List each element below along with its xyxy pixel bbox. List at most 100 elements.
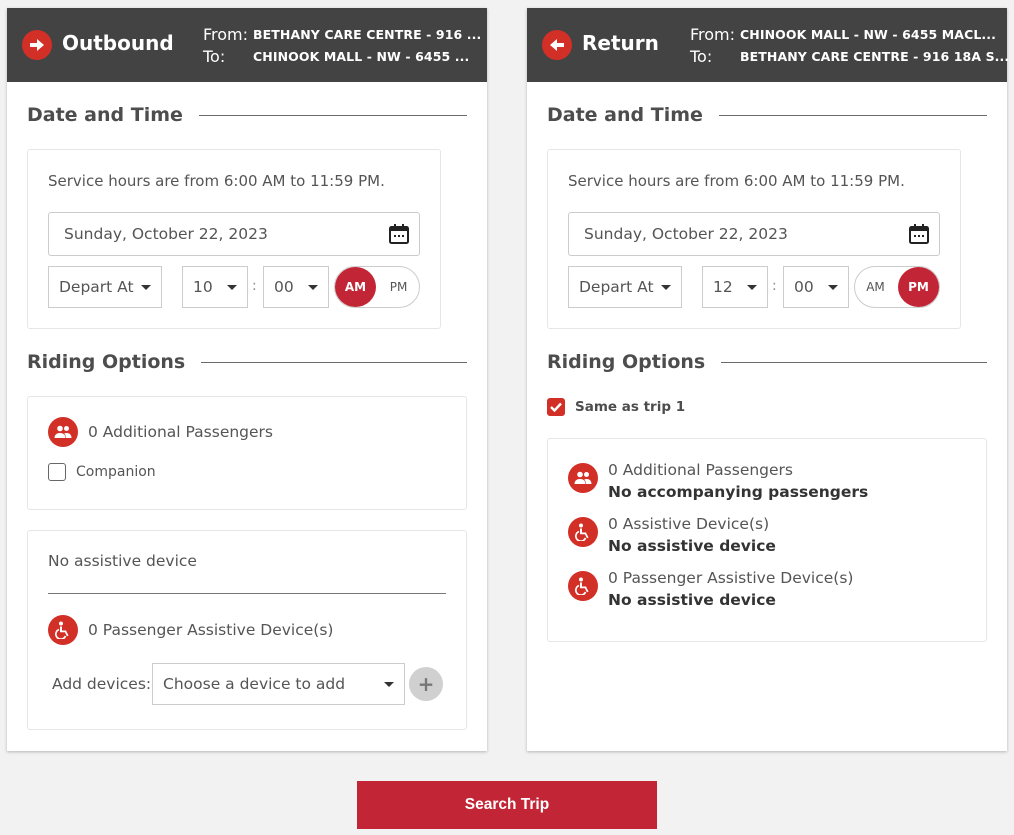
summary-count: 0 Additional Passengers — [608, 461, 794, 479]
calendar-icon[interactable] — [387, 222, 411, 246]
hour-value: 12 — [713, 278, 733, 296]
to-value: BETHANY CARE CENTRE - 916 18A S... — [740, 49, 1010, 64]
am-pm-toggle[interactable]: AM PM — [334, 266, 420, 308]
from-label: From: — [203, 25, 249, 44]
device-select[interactable]: Choose a device to add — [152, 663, 405, 705]
am-option[interactable]: AM — [855, 267, 896, 307]
summary-detail: No accompanying passengers — [608, 483, 869, 501]
calendar-icon[interactable] — [907, 222, 931, 246]
summary-detail: No assistive device — [608, 591, 776, 609]
outbound-title: Outbound — [62, 31, 174, 55]
pm-option[interactable]: PM — [898, 267, 939, 307]
section-title-text: Date and Time — [27, 104, 183, 126]
return-title: Return — [582, 31, 659, 55]
return-header: Return From: CHINOOK MALL - NW - 6455 MA… — [527, 8, 1009, 82]
passenger-devices-count: 0 Passenger Assistive Device(s) — [88, 621, 334, 639]
time-separator: : — [252, 278, 257, 294]
outbound-panel: Outbound From: BETHANY CARE CENTRE - 916… — [7, 8, 487, 751]
am-pm-toggle[interactable]: AM PM — [854, 266, 940, 308]
date-input[interactable]: Sunday, October 22, 2023 — [48, 212, 420, 256]
outbound-route: From: BETHANY CARE CENTRE - 916 ... To: … — [203, 24, 481, 68]
minute-value: 00 — [274, 278, 294, 296]
hour-select[interactable]: 12 — [702, 266, 768, 308]
companion-checkbox[interactable] — [48, 463, 66, 481]
chevron-down-icon — [384, 682, 394, 687]
chevron-down-icon — [227, 285, 237, 290]
add-device-button[interactable]: + — [409, 667, 443, 701]
heading-divider — [198, 114, 467, 116]
wheelchair-icon — [48, 615, 78, 645]
minute-value: 00 — [794, 278, 814, 296]
from-value: BETHANY CARE CENTRE - 916 ... — [253, 27, 482, 42]
depart-mode-select[interactable]: Depart At — [48, 266, 162, 308]
riding-options-heading: Riding Options — [547, 351, 987, 373]
chevron-down-icon — [308, 285, 318, 290]
minute-select[interactable]: 00 — [783, 266, 849, 308]
passengers-card: 0 Additional Passengers Companion — [27, 396, 467, 510]
add-devices-label: Add devices: — [52, 675, 152, 693]
search-trip-button[interactable]: Search Trip — [357, 781, 657, 829]
passengers-count: 0 Additional Passengers — [88, 423, 274, 441]
from-value: CHINOOK MALL - NW - 6455 MACL... — [740, 27, 996, 42]
service-hours-text: Service hours are from 6:00 AM to 11:59 … — [568, 172, 905, 190]
summary-passenger-devices: 0 Passenger Assistive Device(s) No assis… — [568, 567, 853, 611]
companion-row[interactable]: Companion — [48, 463, 156, 481]
return-panel: Return From: CHINOOK MALL - NW - 6455 MA… — [527, 8, 1009, 751]
date-value: Sunday, October 22, 2023 — [64, 225, 268, 243]
date-time-card: Service hours are from 6:00 AM to 11:59 … — [27, 149, 441, 329]
assistive-devices-card: No assistive device 0 Passenger Assistiv… — [27, 530, 467, 730]
outbound-header: Outbound From: BETHANY CARE CENTRE - 916… — [7, 8, 487, 82]
am-option[interactable]: AM — [335, 267, 376, 307]
depart-mode-value: Depart At — [59, 278, 134, 296]
same-as-trip-label: Same as trip 1 — [575, 399, 686, 415]
hour-select[interactable]: 10 — [182, 266, 248, 308]
passengers-icon — [48, 417, 78, 447]
minute-select[interactable]: 00 — [263, 266, 329, 308]
companion-label: Companion — [76, 464, 156, 480]
passenger-devices-row: 0 Passenger Assistive Device(s) — [48, 615, 333, 645]
chevron-down-icon — [141, 285, 151, 290]
from-label: From: — [690, 25, 736, 44]
return-route: From: CHINOOK MALL - NW - 6455 MACL... T… — [690, 24, 1009, 68]
section-title-text: Riding Options — [547, 351, 706, 373]
section-title-text: Riding Options — [27, 351, 186, 373]
heading-divider — [718, 114, 987, 116]
date-input[interactable]: Sunday, October 22, 2023 — [568, 212, 940, 256]
device-divider — [48, 593, 446, 594]
wheelchair-icon — [568, 571, 598, 601]
to-label: To: — [690, 47, 713, 66]
hour-value: 10 — [193, 278, 213, 296]
to-value: CHINOOK MALL - NW - 6455 ... — [253, 49, 470, 64]
passengers-row: 0 Additional Passengers — [48, 417, 273, 447]
wheelchair-icon — [568, 517, 598, 547]
same-as-trip-row[interactable]: Same as trip 1 — [547, 398, 685, 416]
depart-mode-select[interactable]: Depart At — [568, 266, 682, 308]
service-hours-text: Service hours are from 6:00 AM to 11:59 … — [48, 172, 385, 190]
summary-assistive-devices: 0 Assistive Device(s) No assistive devic… — [568, 513, 776, 557]
summary-count: 0 Assistive Device(s) — [608, 515, 770, 533]
riding-summary-card: 0 Additional Passengers No accompanying … — [547, 438, 987, 642]
riding-options-heading: Riding Options — [27, 351, 467, 373]
date-value: Sunday, October 22, 2023 — [584, 225, 788, 243]
date-time-heading: Date and Time — [27, 104, 467, 126]
chevron-down-icon — [661, 285, 671, 290]
chevron-down-icon — [828, 285, 838, 290]
arrow-right-icon — [22, 30, 52, 60]
to-label: To: — [203, 47, 226, 66]
device-select-placeholder: Choose a device to add — [163, 675, 346, 693]
pm-option[interactable]: PM — [378, 267, 419, 307]
date-time-heading: Date and Time — [547, 104, 987, 126]
same-as-trip-checkbox[interactable] — [547, 398, 565, 416]
summary-count: 0 Passenger Assistive Device(s) — [608, 569, 854, 587]
heading-divider — [201, 361, 467, 363]
checkmark-icon — [550, 402, 562, 412]
chevron-down-icon — [747, 285, 757, 290]
heading-divider — [721, 361, 987, 363]
date-time-card: Service hours are from 6:00 AM to 11:59 … — [547, 149, 961, 329]
arrow-left-icon — [542, 30, 572, 60]
time-separator: : — [772, 278, 777, 294]
no-assistive-device-text: No assistive device — [48, 552, 197, 570]
passengers-icon — [568, 463, 598, 493]
depart-mode-value: Depart At — [579, 278, 654, 296]
section-title-text: Date and Time — [547, 104, 703, 126]
